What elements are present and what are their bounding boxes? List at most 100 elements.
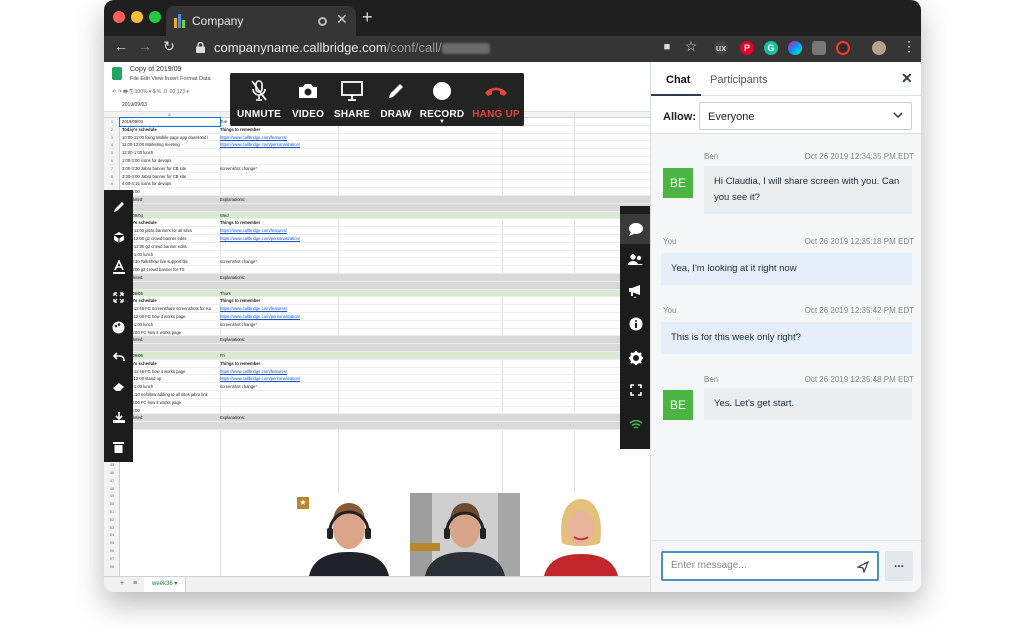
sheet-tab: week36 ▾ <box>144 577 187 592</box>
sheet-row-number: 57 <box>109 555 115 561</box>
address-bar-row: ← → ↻ companyname.callbridge.com/conf/ca… <box>104 36 921 62</box>
video-button[interactable]: VIDEO <box>288 73 328 126</box>
allow-select[interactable]: Everyone <box>699 102 912 130</box>
record-dropdown-icon[interactable]: ▼ <box>418 119 466 125</box>
participant-videos: ★ <box>294 493 650 576</box>
sheet-cell-b: screenshot change* <box>220 384 258 390</box>
participant-video-2[interactable] <box>410 493 520 576</box>
more-options-button[interactable]: ... <box>885 551 913 581</box>
trash-icon[interactable] <box>104 436 133 458</box>
connection-wifi-icon[interactable] <box>620 412 650 436</box>
sheet-row: Completed:Explanations: <box>120 274 650 282</box>
close-window-button[interactable] <box>113 11 125 23</box>
close-tab-icon[interactable]: ✕ <box>336 11 348 28</box>
new-tab-button[interactable]: + <box>362 7 373 28</box>
pen-tool-icon[interactable] <box>104 196 133 218</box>
ux-extension-icon[interactable]: ux <box>714 41 728 55</box>
hang-up-button[interactable]: HANG UP <box>468 73 524 126</box>
tab-participants[interactable]: Participants <box>710 74 767 86</box>
sheet-row: 12:00-1:00 lunch screenshot change* <box>120 383 650 391</box>
shape-tool-icon[interactable] <box>104 226 133 248</box>
sheet-cell-a: 3:30-4:00 Jabra banner for CB site <box>122 173 187 179</box>
share-button[interactable]: SHARE <box>330 73 374 126</box>
screenshot-extension-icon[interactable] <box>812 41 826 55</box>
record-button[interactable]: RECORD ▼ <box>418 73 466 126</box>
sheet-row-number: 58 <box>109 563 115 569</box>
pinterest-extension-icon[interactable]: P <box>740 41 754 55</box>
hang-up-phone-icon <box>468 80 524 102</box>
sheet-row: 1:00-5:00 FC how it works page <box>120 329 650 337</box>
pencil-icon <box>376 80 416 102</box>
resize-tool-icon[interactable] <box>104 286 133 308</box>
color-extension-icon[interactable] <box>788 41 802 55</box>
meeting-sidebar-toolbar <box>620 206 650 449</box>
participants-icon[interactable] <box>620 248 650 272</box>
shared-screen-spreadsheet: Copy of 2019/09 File Edit View Insert Fo… <box>104 62 650 592</box>
hang-up-label: HANG UP <box>472 109 520 120</box>
tab-chat[interactable]: Chat <box>666 74 690 86</box>
drawing-toolbar <box>104 190 133 462</box>
sheet-tabs-bar: + ≡ week36 ▾ <box>104 576 650 592</box>
participant-video-3[interactable] <box>526 493 636 576</box>
video-label: VIDEO <box>291 109 325 120</box>
download-icon[interactable] <box>104 406 133 428</box>
sheet-row-number: 46 <box>109 470 115 475</box>
settings-gear-icon[interactable] <box>620 346 650 370</box>
sheet-cell-b: https://www.callbridge.com/features/ <box>220 134 288 140</box>
draw-button[interactable]: DRAW <box>376 73 416 126</box>
sheet-row-number: 52 <box>109 516 115 522</box>
send-icon[interactable] <box>856 560 870 578</box>
close-chat-icon[interactable]: ✕ <box>901 70 913 87</box>
info-icon[interactable] <box>620 312 650 336</box>
sheet-cell-b: Explanations: <box>220 415 246 421</box>
text-tool-icon[interactable] <box>104 256 133 278</box>
sheet-row: 12:00-1:00 lunch <box>120 149 650 157</box>
profile-avatar[interactable] <box>872 41 886 55</box>
sheet-row: 1:30-2:30 TalkShow live support tile scre… <box>120 258 650 267</box>
participant-video-1[interactable]: ★ <box>294 493 404 576</box>
sheet-row-number: 51 <box>109 509 115 514</box>
chat-bubble-icon[interactable] <box>620 214 650 244</box>
draw-label: DRAW <box>380 109 412 120</box>
sheet-row: 3:30-4:00 Jabra banner for CB site <box>120 173 650 181</box>
message-text: This is for this week only right? <box>661 322 912 354</box>
sheet-row-number: 6 <box>110 158 114 163</box>
sheet-row: 4:15-5:00 <box>120 188 650 196</box>
eraser-icon[interactable] <box>104 376 133 398</box>
allow-row: Allow: Everyone <box>651 96 921 134</box>
eyedropper-extension-icon[interactable] <box>836 41 850 55</box>
fullscreen-icon[interactable] <box>620 378 650 402</box>
sheet-row: Completed:Explanations: <box>120 414 650 423</box>
unmute-button[interactable]: UNMUTE <box>230 73 288 126</box>
message-text: Yes. Let's get start. <box>704 388 912 420</box>
back-icon[interactable]: ← <box>112 38 130 54</box>
sheet-row-number: 7 <box>110 165 114 171</box>
message-sender: Ben <box>704 375 719 384</box>
all-sheets-icon: ≡ <box>133 580 138 587</box>
sheet-row: 10:00-11:45 FC screenshare screenshots f… <box>120 305 650 313</box>
sheet-cell-a: 1:00-1:10 nofollow adding to all sites j… <box>122 392 208 397</box>
browser-tab[interactable]: Company ✕ <box>166 6 356 36</box>
browser-menu-icon[interactable]: ⋮ <box>900 38 918 55</box>
sheet-row-number: 5 <box>110 150 114 156</box>
sheet-cell-a: 12:00-1:00 lunch <box>122 150 154 156</box>
minimize-window-button[interactable] <box>131 11 143 23</box>
camera-icon[interactable]: ■ <box>658 41 676 53</box>
sheet-cell-a: 2019/09/03 <box>119 117 221 127</box>
sheet-row: 2019/09/04Wed <box>120 211 650 220</box>
maximize-window-button[interactable] <box>149 11 161 23</box>
sheet-row-number: 54 <box>109 532 115 538</box>
reload-icon[interactable]: ↻ <box>160 38 178 55</box>
message-input[interactable]: Enter message... <box>661 551 879 581</box>
sheet-row: 11:00-12:00 Marketing meeting https://www… <box>120 141 650 150</box>
forward-icon[interactable]: → <box>136 38 154 54</box>
sheet-row: 11:45-12:00 stand up https://www.callbrid… <box>120 375 650 384</box>
color-picker-icon[interactable] <box>104 316 133 338</box>
grammarly-extension-icon[interactable]: G <box>764 41 778 55</box>
sheet-row-number: 1 <box>110 119 114 124</box>
sheet-row: Done <box>120 281 650 290</box>
url-input[interactable]: companyname.callbridge.com/conf/call/ <box>186 38 656 60</box>
undo-icon[interactable] <box>104 346 133 368</box>
bookmark-star-icon[interactable]: ☆ <box>682 38 700 55</box>
megaphone-icon[interactable] <box>620 280 650 304</box>
